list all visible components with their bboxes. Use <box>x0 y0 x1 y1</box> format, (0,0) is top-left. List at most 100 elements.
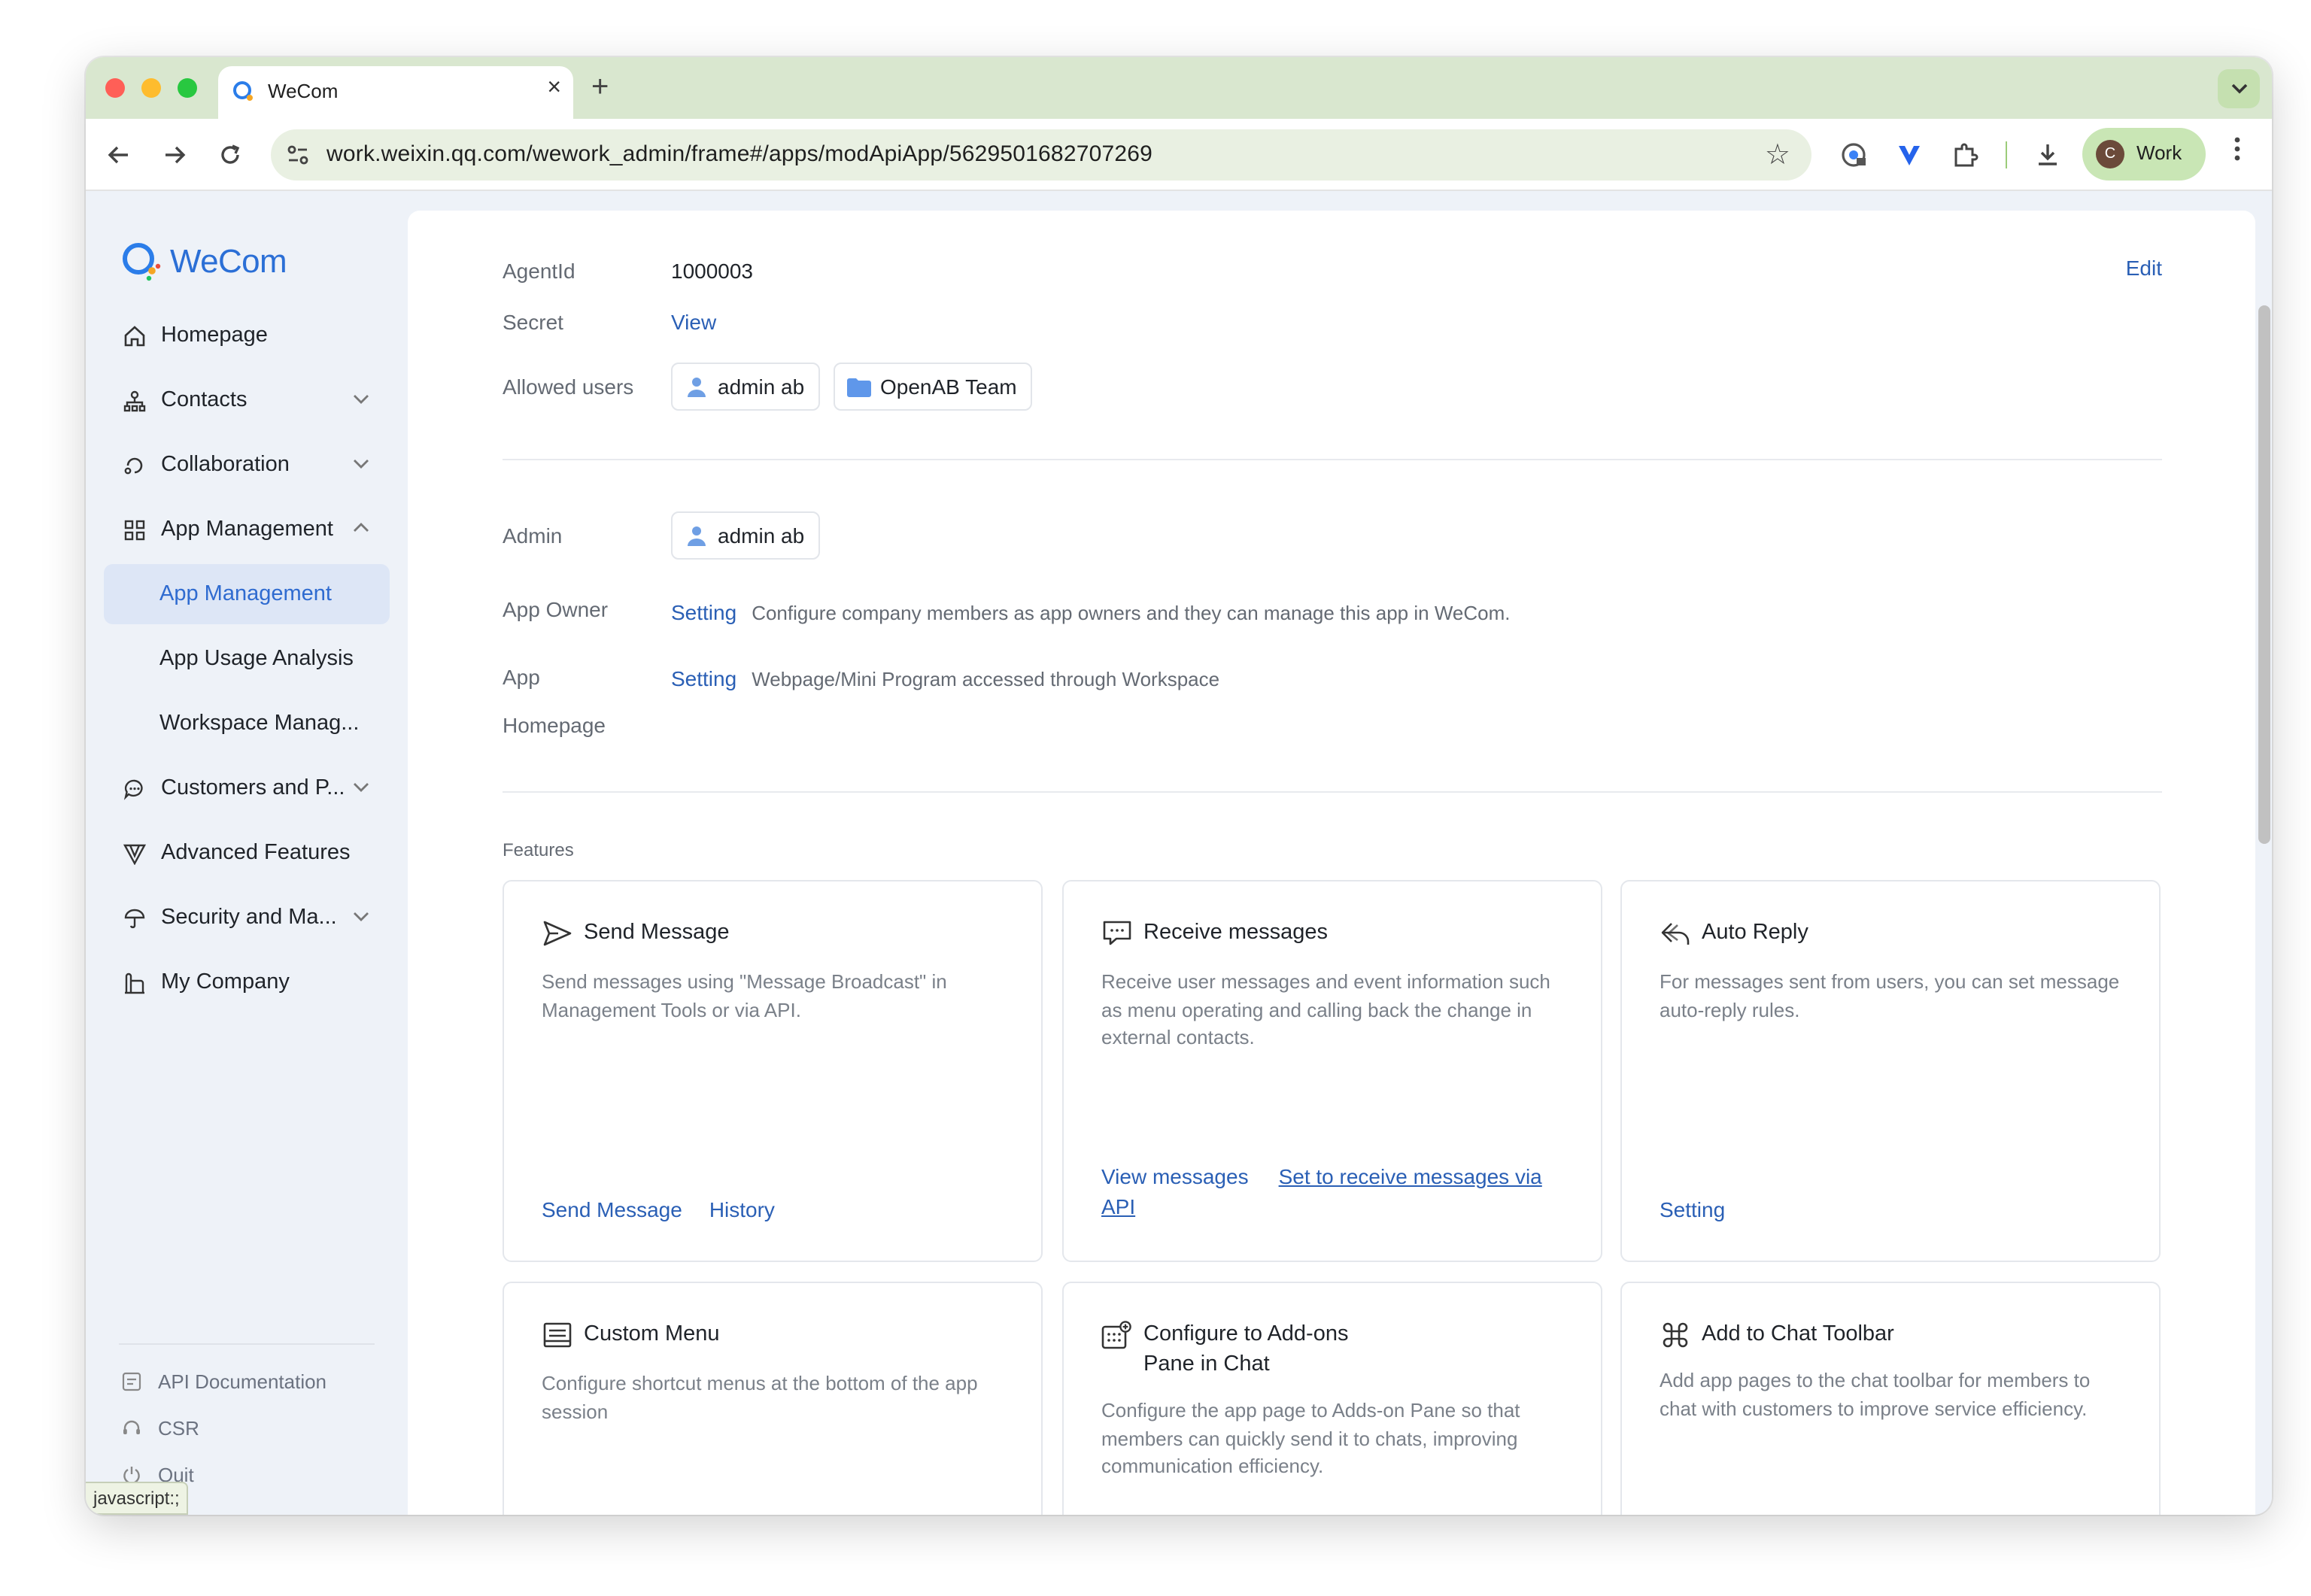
close-window-button[interactable] <box>105 78 125 98</box>
browser-toolbar: work.weixin.qq.com/wework_admin/frame#/a… <box>86 119 2272 191</box>
folder-icon <box>847 375 871 399</box>
view-messages-link[interactable]: View messages <box>1101 1164 1249 1188</box>
profile-label: Work <box>2136 141 2182 164</box>
feature-card-auto-reply: Auto Reply For messages sent from users,… <box>1620 880 2161 1262</box>
minimize-window-button[interactable] <box>141 78 161 98</box>
allowed-users-label: Allowed users <box>503 375 634 399</box>
feature-title: Custom Menu <box>584 1322 720 1346</box>
sidebar-item-contacts[interactable]: Contacts <box>104 370 390 430</box>
edit-link[interactable]: Edit <box>2126 256 2162 280</box>
sidebar-item-label: Advanced Features <box>161 841 351 865</box>
sidebar-item-collaboration[interactable]: Collaboration <box>104 435 390 495</box>
extension-v-icon[interactable] <box>1893 138 1926 171</box>
browser-window: WeCom × + work.weixin.qq.com/wework_admi… <box>86 57 2272 1515</box>
sidebar-item-advanced-features[interactable]: Advanced Features <box>104 823 390 883</box>
tab-bar: WeCom × + <box>86 57 2272 119</box>
sidebar-item-label: Homepage <box>161 323 268 347</box>
admin-chip[interactable]: admin ab <box>671 511 820 560</box>
browser-tab[interactable]: WeCom × <box>218 66 573 119</box>
wecom-favicon-icon <box>233 81 253 101</box>
menu-list-icon <box>542 1319 572 1349</box>
footer-label: API Documentation <box>158 1370 327 1393</box>
page-scrollbar[interactable] <box>2258 305 2270 844</box>
send-message-link[interactable]: Send Message <box>542 1197 682 1221</box>
divider <box>503 459 2162 460</box>
features-section-title: Features <box>503 839 574 860</box>
sidebar-item-label: Customers and P... <box>161 776 345 800</box>
collaboration-icon <box>122 453 146 477</box>
download-icon[interactable] <box>2031 138 2064 171</box>
agentid-value: 1000003 <box>671 259 754 283</box>
feature-title: Receive messages <box>1143 921 1328 945</box>
reply-icon <box>1660 918 1690 948</box>
app-owner-row: Setting Configure company members as app … <box>671 600 1510 624</box>
divider <box>503 791 2162 793</box>
feature-card-add-ons-pane: Configure to Add-ons Pane in Chat Configu… <box>1062 1282 1602 1515</box>
sidebar-subitem-workspace-management[interactable]: Workspace Manag... <box>104 693 390 754</box>
sidebar-subitem-app-usage-analysis[interactable]: App Usage Analysis <box>104 629 390 689</box>
home-icon <box>122 323 146 347</box>
address-bar[interactable]: work.weixin.qq.com/wework_admin/frame#/a… <box>271 129 1811 181</box>
url-text: work.weixin.qq.com/wework_admin/frame#/a… <box>326 141 1152 167</box>
sidebar-item-customers[interactable]: Customers and P... <box>104 758 390 818</box>
feature-title-line1: Configure to Add-ons <box>1143 1322 1349 1346</box>
bookmark-star-icon[interactable]: ☆ <box>1765 138 1790 173</box>
app-detail-panel: Edit AgentId 1000003 Secret View Allowed… <box>408 211 2255 1515</box>
sidebar-divider <box>119 1343 375 1345</box>
app-homepage-setting-link[interactable]: Setting <box>671 666 736 690</box>
forward-icon[interactable] <box>156 137 193 173</box>
sidebar: WeCom Homepage Contacts Collaboration Ap… <box>86 193 408 1515</box>
chat-bubble-icon <box>122 776 146 800</box>
chevron-down-icon <box>354 912 369 921</box>
sidebar-subitem-app-management[interactable]: App Management <box>104 564 390 624</box>
sidebar-item-label: Workspace Manag... <box>159 712 360 736</box>
feature-description: Configure shortcut menus at the bottom o… <box>542 1372 978 1422</box>
reload-icon[interactable] <box>212 137 248 173</box>
feature-description: Receive user messages and event informat… <box>1101 970 1550 1048</box>
footer-label: CSR <box>158 1417 199 1440</box>
new-tab-icon[interactable]: + <box>591 71 609 105</box>
add-ons-grid-icon <box>1101 1319 1131 1349</box>
tab-title: WeCom <box>268 80 339 102</box>
browser-menu-icon[interactable] <box>2230 137 2245 161</box>
close-tab-icon[interactable]: × <box>547 75 561 102</box>
secret-view-link[interactable]: View <box>671 310 716 334</box>
wecom-logo[interactable]: WeCom <box>119 241 287 283</box>
extension-privacy-icon[interactable] <box>1837 138 1870 171</box>
profile-button[interactable]: C Work <box>2082 128 2206 181</box>
url-host: work.weixin.qq.com <box>326 141 527 167</box>
feature-title: Configure to Add-ons Pane in Chat <box>1143 1319 1348 1379</box>
history-link[interactable]: History <box>709 1197 775 1221</box>
advanced-features-icon <box>122 841 146 865</box>
chip-label: OpenAB Team <box>880 375 1017 399</box>
chevron-down-icon <box>354 783 369 792</box>
extensions-puzzle-icon[interactable] <box>1948 138 1982 171</box>
document-icon <box>122 1372 141 1391</box>
sidebar-footer-api-documentation[interactable]: API Documentation <box>122 1370 326 1393</box>
sidebar-item-homepage[interactable]: Homepage <box>104 305 390 366</box>
chevron-up-icon <box>354 523 369 532</box>
allowed-user-chip[interactable]: admin ab <box>671 363 820 411</box>
sidebar-item-security[interactable]: Security and Ma... <box>104 888 390 948</box>
sidebar-item-app-management[interactable]: App Management <box>104 499 390 560</box>
sidebar-footer-csr[interactable]: CSR <box>122 1417 199 1440</box>
auto-reply-setting-link[interactable]: Setting <box>1660 1197 1725 1221</box>
feature-actions: View messages Set to receive messages via… <box>1101 1161 1583 1221</box>
app-owner-setting-link[interactable]: Setting <box>671 600 736 624</box>
sidebar-item-my-company[interactable]: My Company <box>104 952 390 1012</box>
feature-card-chat-toolbar: Add to Chat Toolbar Add app pages to the… <box>1620 1282 2161 1515</box>
allowed-department-chip[interactable]: OpenAB Team <box>834 363 1032 411</box>
tab-search-chevron-icon[interactable] <box>2218 69 2260 108</box>
company-building-icon <box>122 970 146 994</box>
toolbar-divider <box>2006 141 2007 168</box>
sidebar-item-label: Contacts <box>161 388 247 412</box>
chip-label: admin ab <box>718 375 805 399</box>
maximize-window-button[interactable] <box>178 78 197 98</box>
umbrella-icon <box>122 906 146 930</box>
app-homepage-label-line1: App <box>503 665 540 689</box>
url-path: /wework_admin/frame#/apps/modApiApp/5629… <box>526 141 1153 167</box>
feature-title: Send Message <box>584 921 730 945</box>
back-icon[interactable] <box>101 137 137 173</box>
site-settings-icon[interactable] <box>286 143 310 167</box>
sidebar-item-label: App Management <box>161 517 333 542</box>
